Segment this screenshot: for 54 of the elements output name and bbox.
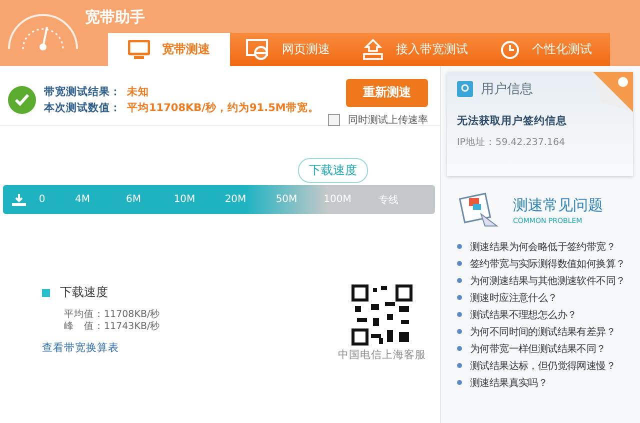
monitor-icon [128, 40, 150, 60]
faq-link[interactable]: 测速结果真实吗？ [470, 376, 548, 390]
browser-icon [246, 38, 270, 60]
bullet-icon [457, 312, 462, 317]
legend-marker-icon [42, 288, 50, 296]
bullet-icon [457, 363, 462, 368]
result-label: 带宽测试结果： [44, 86, 121, 98]
scale-label: 专线 [378, 194, 400, 206]
user-info-message: 无法获取用户签约信息 [457, 114, 568, 128]
folded-corner-icon[interactable] [593, 72, 633, 112]
speed-stat: 平均值：11708KB/秒 [64, 309, 160, 321]
faq-link[interactable]: 测试结果达标，但仍觉得网速慢？ [470, 358, 616, 372]
checkbox[interactable] [328, 114, 340, 126]
result-value: 未知 [127, 86, 149, 98]
result-value: 平均11708KB/秒，约为91.5M带宽。 [127, 102, 319, 114]
scale-label: 10M [172, 194, 196, 205]
ip-address: IP地址：59.42.237.164 [457, 136, 566, 149]
conversion-table-link[interactable]: 查看带宽换算表 [42, 341, 160, 355]
scale-label: 6M [125, 194, 142, 205]
download-icon [11, 192, 27, 206]
house-icon [362, 38, 384, 60]
faq-link[interactable]: 为何带宽一样但测试结果不同？ [470, 342, 606, 356]
bullet-icon [457, 295, 462, 300]
app-title: 宽带助手 [85, 8, 145, 27]
check-icon [8, 86, 36, 114]
faq-title: 测速常见问题 [513, 196, 603, 214]
bullet-icon [457, 380, 462, 385]
bullet-icon [457, 244, 462, 249]
scale-label: 4M [74, 194, 91, 205]
qr-caption: 中国电信上海客服 [338, 348, 426, 362]
upload-option-label: 同时测试上传速率 [348, 114, 428, 126]
bullet-icon [457, 261, 462, 266]
faq-link[interactable]: 测试结果不理想怎么办？ [470, 308, 577, 322]
clock-icon [500, 40, 520, 60]
qr-code-icon [351, 284, 413, 346]
faq-link[interactable]: 为何不同时间的测试结果有差异？ [470, 324, 616, 338]
scale-label: 100M [322, 194, 352, 205]
faq-link[interactable]: 测速结果为何会略低于签约带宽？ [470, 240, 616, 254]
scale-label: 0 [38, 194, 46, 205]
contact-card-icon [457, 81, 473, 97]
faq-link[interactable]: 签约带宽与实际测得数值如何换算？ [470, 256, 626, 270]
speed-stat: 峰 值：11743KB/秒 [64, 321, 160, 333]
result-label: 本次测试数值： [44, 102, 121, 114]
bullet-icon [457, 346, 462, 351]
scale-label: 50M [274, 194, 298, 205]
user-info-title: 用户信息 [481, 81, 533, 98]
bullet-icon [457, 329, 462, 334]
bullet-icon [457, 278, 462, 283]
faq-link[interactable]: 测速时应注意什么？ [470, 290, 558, 304]
help-document-icon [459, 192, 499, 228]
legend-title: 下载速度 [60, 284, 108, 301]
speed-bubble: 下载速度 [298, 158, 368, 183]
scale-label: 20M [224, 194, 248, 205]
faq-link[interactable]: 为何测速结果与其他测速软件不同？ [470, 274, 626, 288]
